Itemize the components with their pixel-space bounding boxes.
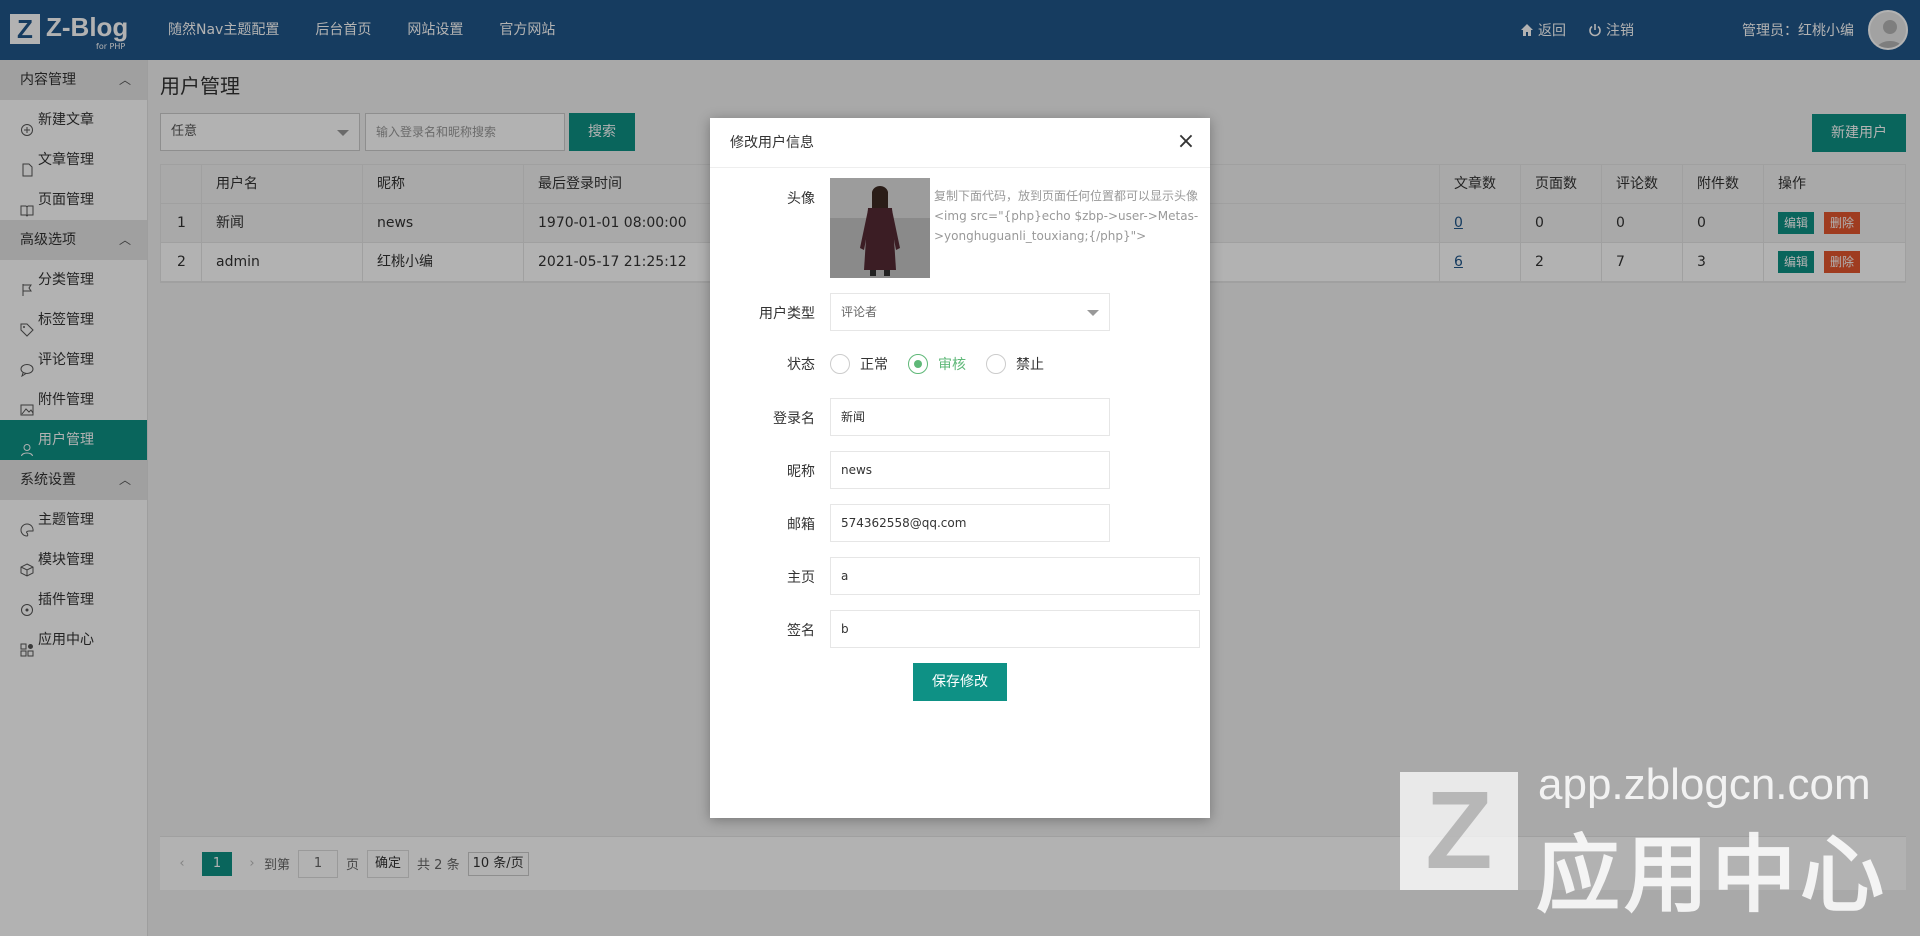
radio-label: 正常 — [860, 357, 888, 373]
signature-input[interactable]: b — [830, 610, 1200, 648]
user-type-row: 用户类型 评论者 — [710, 293, 1210, 331]
status-radio-normal[interactable]: 正常 — [830, 354, 888, 374]
watermark: Z app.zblogcn.com 应用中心 — [1400, 760, 1900, 924]
watermark-url: app.zblogcn.com — [1538, 760, 1871, 809]
user-type-label: 用户类型 — [759, 306, 815, 322]
watermark-logo: Z — [1400, 772, 1518, 890]
nickname-label: 昵称 — [787, 464, 815, 480]
radio-label: 审核 — [938, 357, 966, 373]
dropdown-arrow-icon — [1087, 310, 1099, 316]
avatar-label: 头像 — [787, 191, 815, 207]
status-radio-group: 正常 审核 禁止 — [830, 354, 1064, 374]
watermark-text: 应用中心 — [1536, 826, 1889, 924]
status-label: 状态 — [787, 357, 815, 373]
avatar-photo — [830, 178, 930, 278]
avatar-row: 头像 复制下面代码，放到页面任何位置都可以显示头像<img src="{php}… — [710, 178, 1210, 278]
login-row: 登录名 新闻 — [710, 398, 1210, 436]
radio-checked-icon — [908, 354, 928, 374]
homepage-row: 主页 a — [710, 557, 1210, 595]
email-input[interactable]: 574362558@qq.com — [830, 504, 1110, 542]
status-row: 状态 正常 审核 禁止 — [710, 354, 1210, 378]
avatar-image[interactable] — [830, 178, 930, 278]
close-icon[interactable]: × — [1176, 118, 1196, 168]
radio-label: 禁止 — [1016, 357, 1044, 373]
modal-title: 修改用户信息 — [730, 135, 814, 151]
signature-label: 签名 — [787, 623, 815, 639]
save-button[interactable]: 保存修改 — [913, 663, 1007, 701]
email-row: 邮箱 574362558@qq.com — [710, 504, 1210, 542]
signature-row: 签名 b — [710, 610, 1210, 648]
login-input[interactable]: 新闻 — [830, 398, 1110, 436]
status-radio-review[interactable]: 审核 — [908, 354, 966, 374]
radio-circle-icon — [986, 354, 1006, 374]
avatar-hint: 复制下面代码，放到页面任何位置都可以显示头像<img src="{php}ech… — [934, 189, 1199, 243]
email-label: 邮箱 — [787, 517, 815, 533]
status-radio-banned[interactable]: 禁止 — [986, 354, 1044, 374]
edit-user-modal: 修改用户信息 × 头像 复制下面代码，放到页面任何位置都可以显示头像<img s… — [710, 118, 1210, 818]
login-label: 登录名 — [773, 411, 815, 427]
user-type-select[interactable]: 评论者 — [830, 293, 1110, 331]
nickname-row: 昵称 news — [710, 451, 1210, 489]
modal-header: 修改用户信息 × — [710, 118, 1210, 168]
nickname-input[interactable]: news — [830, 451, 1110, 489]
radio-circle-icon — [830, 354, 850, 374]
homepage-input[interactable]: a — [830, 557, 1200, 595]
homepage-label: 主页 — [787, 570, 815, 586]
user-type-value: 评论者 — [841, 305, 878, 319]
